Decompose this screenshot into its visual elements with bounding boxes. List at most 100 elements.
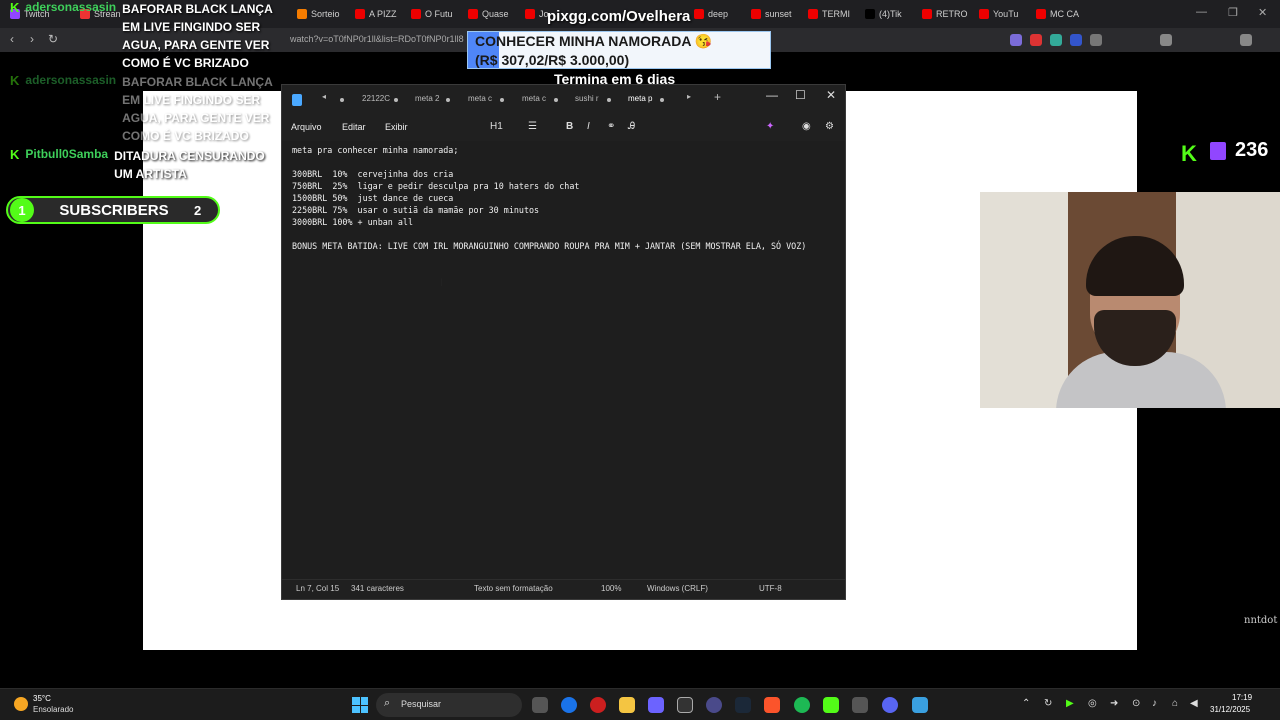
browser-tab[interactable]: Sorteio xyxy=(297,4,349,24)
discord-icon[interactable] xyxy=(882,697,898,713)
encoding[interactable]: UTF-8 xyxy=(759,584,782,593)
network-icon[interactable]: ⌂ xyxy=(1172,698,1178,709)
notepad-tab[interactable]: meta c xyxy=(522,94,546,103)
notepad-tab[interactable]: meta c xyxy=(468,94,492,103)
clear-format-icon[interactable]: Ꭿ xyxy=(628,121,635,132)
goal-amount: (R$ 307,02/R$ 3.000,00) xyxy=(475,52,630,68)
menu-exibir[interactable]: Exibir xyxy=(385,122,408,132)
app-icon[interactable] xyxy=(706,697,722,713)
notepad-taskbar-icon[interactable] xyxy=(912,697,928,713)
notepad-tab-active[interactable]: meta p xyxy=(628,94,652,103)
start-icon[interactable] xyxy=(352,697,368,713)
chat-text: BAFORAR BLACK LANÇA EM LIVE FINGINDO SER… xyxy=(122,75,273,143)
browser-tab-label: sunset xyxy=(765,9,792,19)
tray-icon[interactable]: ➜ xyxy=(1110,698,1118,709)
obs-icon[interactable] xyxy=(677,697,693,713)
brave-icon[interactable] xyxy=(764,697,780,713)
browser-tab[interactable]: (4)Tik xyxy=(865,4,917,24)
tab-favicon-icon xyxy=(468,9,478,19)
weather-temp: 35°C xyxy=(33,694,51,703)
twitch-logo-icon xyxy=(1210,142,1226,160)
browser-tab[interactable]: deep xyxy=(694,4,746,24)
copilot-icon[interactable]: ✦ xyxy=(766,121,774,132)
new-tab-icon[interactable]: + xyxy=(714,90,721,104)
browser-tab[interactable]: A PIZZ xyxy=(355,4,407,24)
menu-icon[interactable] xyxy=(1160,34,1172,46)
browser-tab-label: TERMI xyxy=(822,9,850,19)
settings-icon[interactable]: ⚙ xyxy=(825,121,834,132)
close-icon[interactable]: ✕ xyxy=(1258,6,1267,19)
tab-scroll-left-icon[interactable]: ◂ xyxy=(322,92,326,101)
app-icon[interactable] xyxy=(648,697,664,713)
text-format[interactable]: Texto sem formatação xyxy=(474,584,553,593)
notepad-tab[interactable]: 22122C xyxy=(362,94,390,103)
tab-favicon-icon xyxy=(525,9,535,19)
file-explorer-icon[interactable] xyxy=(619,697,635,713)
italic-icon[interactable]: I xyxy=(587,121,590,132)
clock-date[interactable]: 31/12/2025 xyxy=(1210,705,1250,714)
browser-tab-label: (4)Tik xyxy=(879,9,902,19)
tray-icon[interactable]: ↻ xyxy=(1044,698,1052,709)
browser-tab[interactable]: Quase xyxy=(468,4,520,24)
tray-icon[interactable]: ⊙ xyxy=(1132,698,1140,709)
subs-goal: 2 xyxy=(194,202,202,218)
zoom-level[interactable]: 100% xyxy=(601,584,621,593)
browser-tab-label: A PIZZ xyxy=(369,9,397,19)
donation-goal-box: CONHECER MINHA NAMORADA 😘 (R$ 307,02/R$ … xyxy=(467,31,771,69)
notepad-tab[interactable]: sushi r xyxy=(575,94,599,103)
char-count: 341 caracteres xyxy=(351,584,404,593)
tab-favicon-icon xyxy=(411,9,421,19)
chat-text: BAFORAR BLACK LANÇA EM LIVE FINGINDO SER… xyxy=(122,2,273,70)
tray-icon[interactable]: ◎ xyxy=(1088,698,1097,709)
minimize-icon[interactable]: — xyxy=(1196,6,1207,18)
tab-favicon-icon xyxy=(865,9,875,19)
tab-scroll-right-icon[interactable]: ▸ xyxy=(687,92,691,101)
minimize-icon[interactable]: — xyxy=(766,88,778,102)
extension-icon[interactable] xyxy=(1010,34,1022,46)
editor-line: 300BRL 10% cervejinha dos cria xyxy=(292,169,454,179)
chrome-icon[interactable] xyxy=(561,697,577,713)
tray-icon[interactable]: ▶ xyxy=(1066,698,1074,709)
kick-app-icon[interactable] xyxy=(823,697,839,713)
spotify-icon[interactable] xyxy=(794,697,810,713)
extension-icon[interactable] xyxy=(1050,34,1062,46)
profile-icon[interactable] xyxy=(1240,34,1252,46)
volume-icon[interactable]: ◀ xyxy=(1190,698,1198,709)
list-icon[interactable]: ☰ xyxy=(528,121,537,132)
browser-tab[interactable]: RETRO xyxy=(922,4,974,24)
maximize-icon[interactable]: ☐ xyxy=(795,88,806,102)
microphone-icon[interactable]: ♪ xyxy=(1152,698,1157,709)
browser-tab[interactable]: TERMI xyxy=(808,4,860,24)
maximize-icon[interactable]: ❐ xyxy=(1228,6,1238,19)
tab-favicon-icon xyxy=(922,9,932,19)
url-field[interactable]: watch?v=oT0fNP0r1ll&list=RDoT0fNP0r1ll8 xyxy=(290,34,464,44)
close-icon[interactable]: ✕ xyxy=(826,88,836,102)
menu-arquivo[interactable]: Arquivo xyxy=(291,122,322,132)
account-icon[interactable]: ◉ xyxy=(802,121,811,132)
clock-time[interactable]: 17:19 xyxy=(1232,693,1252,702)
search-box[interactable]: ⌕ Pesquisar xyxy=(376,693,522,717)
extension-icon[interactable] xyxy=(1090,34,1102,46)
browser-tab[interactable]: YouTu xyxy=(979,4,1031,24)
notepad-editor[interactable]: meta pra conhecer minha namorada; 300BRL… xyxy=(282,141,845,581)
weather-icon[interactable] xyxy=(14,697,28,711)
menu-editar[interactable]: Editar xyxy=(342,122,366,132)
search-icon: ⌕ xyxy=(384,697,391,709)
app-icon[interactable] xyxy=(852,697,868,713)
extension-icon[interactable] xyxy=(1030,34,1042,46)
task-view-icon[interactable] xyxy=(532,697,548,713)
heading-select[interactable]: H1 xyxy=(490,121,503,132)
extension-icon[interactable] xyxy=(1070,34,1082,46)
browser-tab-label: O Futu xyxy=(425,9,453,19)
line-ending[interactable]: Windows (CRLF) xyxy=(647,584,708,593)
browser-tab[interactable]: MC CA xyxy=(1036,4,1088,24)
steam-icon[interactable] xyxy=(735,697,751,713)
notepad-tab[interactable]: meta 2 xyxy=(415,94,439,103)
tray-chevron-icon[interactable]: ⌃ xyxy=(1022,698,1030,709)
subs-current: 1 xyxy=(10,198,34,222)
opera-icon[interactable] xyxy=(590,697,606,713)
link-icon[interactable]: ⚭ xyxy=(607,121,615,132)
browser-tab[interactable]: sunset xyxy=(751,4,803,24)
bold-icon[interactable]: B xyxy=(566,121,573,132)
browser-tab[interactable]: O Futu xyxy=(411,4,463,24)
